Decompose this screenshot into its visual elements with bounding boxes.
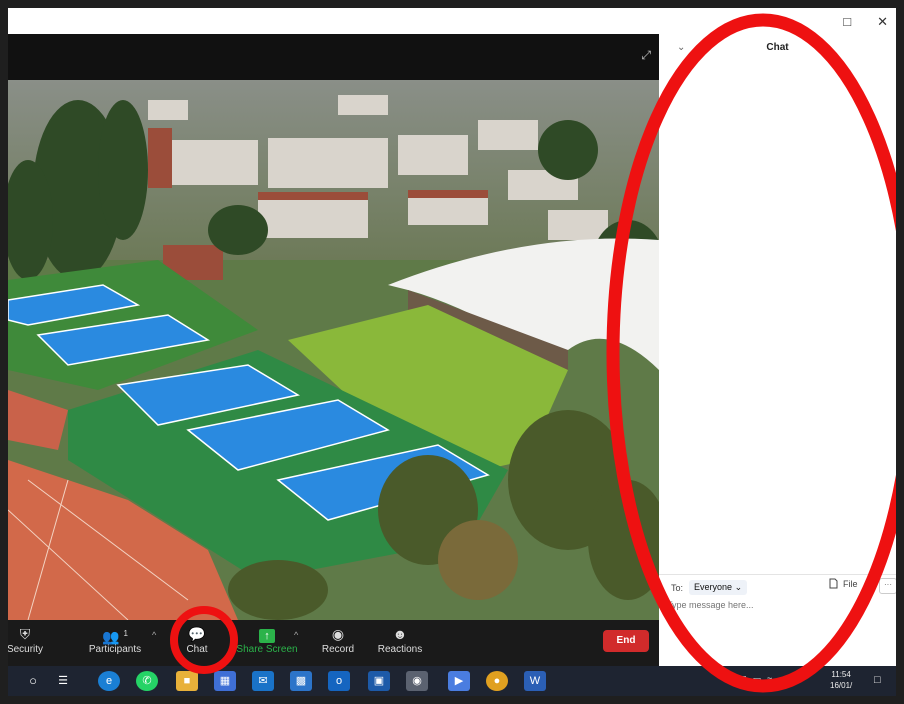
zoom-icon[interactable]: ▶ [448, 671, 470, 691]
store-icon[interactable]: ▦ [214, 671, 236, 691]
chat-button[interactable]: 💬 Chat [162, 624, 232, 655]
expand-icon[interactable]: ⤢ [641, 48, 651, 63]
file-explorer-icon[interactable]: ■ [176, 671, 198, 691]
file-icon [829, 578, 838, 589]
start-circle-icon[interactable]: ○ [22, 671, 44, 691]
chat-bubble-icon: 💬 [188, 626, 206, 642]
restore-window-button[interactable]: □ [843, 14, 851, 30]
record-button[interactable]: ◉ Record [303, 624, 373, 655]
recipient-dropdown[interactable]: Everyone ⌄ [689, 580, 748, 595]
participant-count: 1 [123, 629, 128, 638]
word-icon[interactable]: W [524, 671, 546, 691]
participants-label: Participants [88, 644, 142, 655]
participants-button[interactable]: 👥 1 Participants [80, 624, 150, 655]
share-screen-caret-icon[interactable]: ^ [294, 630, 298, 640]
to-label: To: [671, 582, 684, 593]
record-icon: ◉ [331, 626, 345, 642]
chat-divider [659, 574, 896, 575]
share-screen-button[interactable]: ↑ Share Screen [232, 624, 302, 655]
more-options-button[interactable]: ··· [879, 578, 896, 594]
edge-icon[interactable]: e [98, 671, 120, 691]
task-view-icon[interactable]: ☰ [52, 671, 74, 691]
people-icon: 👥 1 [102, 628, 128, 645]
share-screen-icon: ↑ [232, 624, 302, 644]
mail-icon[interactable]: ✉ [252, 671, 274, 691]
reactions-label: Reactions [377, 644, 423, 655]
os-taskbar: ○ ☰ e ✆ ■ ▦ ✉ ▩ o ▣ ◉ ▶ ● W 11:54 16/01/… [8, 666, 896, 696]
security-button[interactable]: ⛨ Security [8, 624, 60, 655]
notification-icon[interactable]: □ [874, 674, 881, 686]
outlook-icon[interactable]: o [328, 671, 350, 691]
chat-panel: ⌄ Chat To: Everyone ⌄ File ··· [659, 34, 896, 666]
chat-label: Chat [186, 644, 208, 655]
aerial-tennis-courts-image [8, 80, 659, 620]
close-window-button[interactable]: ✕ [877, 14, 888, 30]
reactions-button[interactable]: ☻ Reactions [365, 624, 435, 655]
security-label: Security [8, 644, 44, 655]
shared-video [8, 80, 659, 620]
whatsapp-icon[interactable]: ✆ [136, 671, 158, 691]
shield-icon: ⛨ [19, 626, 31, 642]
generic-app-icon[interactable]: ▣ [368, 671, 390, 691]
app-window: □ ✕ ⤢ ⛨ Security 👥 1 Participants ^ 💬 Ch… [8, 8, 896, 696]
chrome-icon[interactable]: ● [486, 671, 508, 691]
clock-time: 11:54 [831, 670, 851, 679]
file-label: File [843, 578, 858, 589]
reactions-icon: ☻ [392, 626, 408, 642]
window-controls: □ ✕ [843, 14, 888, 30]
chat-title: Chat [766, 42, 789, 53]
chevron-down-icon: ⌄ [734, 582, 743, 592]
clock[interactable]: 11:54 16/01/ [830, 669, 852, 691]
chat-message-input[interactable] [667, 600, 887, 610]
end-meeting-button[interactable]: End [603, 630, 649, 652]
record-label: Record [321, 644, 355, 655]
file-button[interactable]: File [829, 578, 858, 589]
system-tray-icons[interactable]: ^▦▭≈♬ [728, 674, 793, 685]
clock-date: 16/01/ [830, 681, 853, 690]
camera-icon[interactable]: ◉ [406, 671, 428, 691]
video-header-bar: ⤢ [8, 34, 659, 80]
calendar-icon[interactable]: ▩ [290, 671, 312, 691]
recipient-row: To: Everyone ⌄ [671, 580, 748, 595]
participants-caret-icon[interactable]: ^ [152, 630, 156, 640]
share-screen-label: Share Screen [236, 644, 298, 655]
meeting-toolbar: ⛨ Security 👥 1 Participants ^ 💬 Chat ↑ S… [8, 620, 659, 666]
title-bar: □ ✕ [8, 8, 896, 34]
